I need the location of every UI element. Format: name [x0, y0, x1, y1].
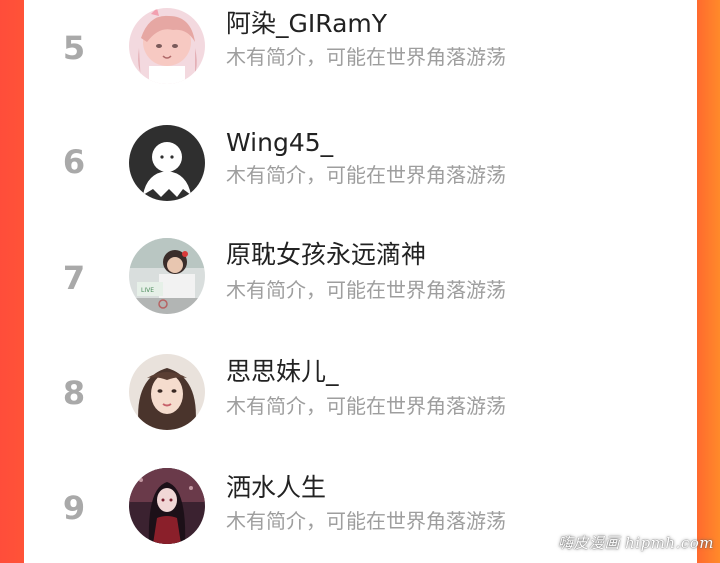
- user-bio: 木有简介，可能在世界角落游荡: [226, 394, 506, 418]
- list-item[interactable]: 6 Wing45_ 木有简介，可能在世界角落游荡: [24, 108, 697, 208]
- ranking-list: 5 阿染_GIRamY 木有简介，可能在世界角落游荡 6 Wing45_ 木有简…: [24, 0, 697, 563]
- rank-number: 7: [62, 259, 86, 297]
- avatar[interactable]: LIVE: [129, 238, 205, 314]
- rank-number: 9: [62, 489, 86, 527]
- user-name[interactable]: 洒水人生: [226, 472, 326, 504]
- avatar[interactable]: [129, 468, 205, 544]
- user-name[interactable]: Wing45_: [226, 127, 333, 159]
- avatar[interactable]: [129, 8, 205, 84]
- user-bio: 木有简介，可能在世界角落游荡: [226, 509, 506, 533]
- avatar[interactable]: [129, 354, 205, 430]
- svg-text:LIVE: LIVE: [141, 287, 154, 294]
- user-name[interactable]: 思思妹儿_: [226, 356, 339, 388]
- user-bio: 木有简介，可能在世界角落游荡: [226, 45, 506, 69]
- list-item[interactable]: 5 阿染_GIRamY 木有简介，可能在世界角落游荡: [24, 0, 697, 94]
- user-name[interactable]: 阿染_GIRamY: [226, 8, 387, 40]
- list-item[interactable]: 8 思思妹儿_ 木有简介，可能在世界角落游荡: [24, 338, 697, 438]
- user-name[interactable]: 原耽女孩永远滴神: [226, 239, 426, 271]
- watermark: 嗨皮漫画 hipmh.com: [557, 534, 714, 552]
- photo-avatar-icon: LIVE: [129, 238, 205, 314]
- user-bio: 木有简介，可能在世界角落游荡: [226, 163, 506, 187]
- default-ghost-avatar-icon: [129, 125, 205, 201]
- user-bio: 木有简介，可能在世界角落游荡: [226, 278, 506, 302]
- avatar[interactable]: [129, 125, 205, 201]
- portrait-avatar-icon: [129, 354, 205, 430]
- rank-number: 8: [62, 374, 86, 412]
- dark-anime-avatar-icon: [129, 468, 205, 544]
- rank-number: 5: [62, 29, 86, 67]
- anime-girl-avatar-icon: [129, 8, 205, 84]
- list-item[interactable]: 7 LIVE 原耽女孩永远滴神 木有简介，可能在世界角落游荡: [24, 223, 697, 323]
- rank-number: 6: [62, 143, 86, 181]
